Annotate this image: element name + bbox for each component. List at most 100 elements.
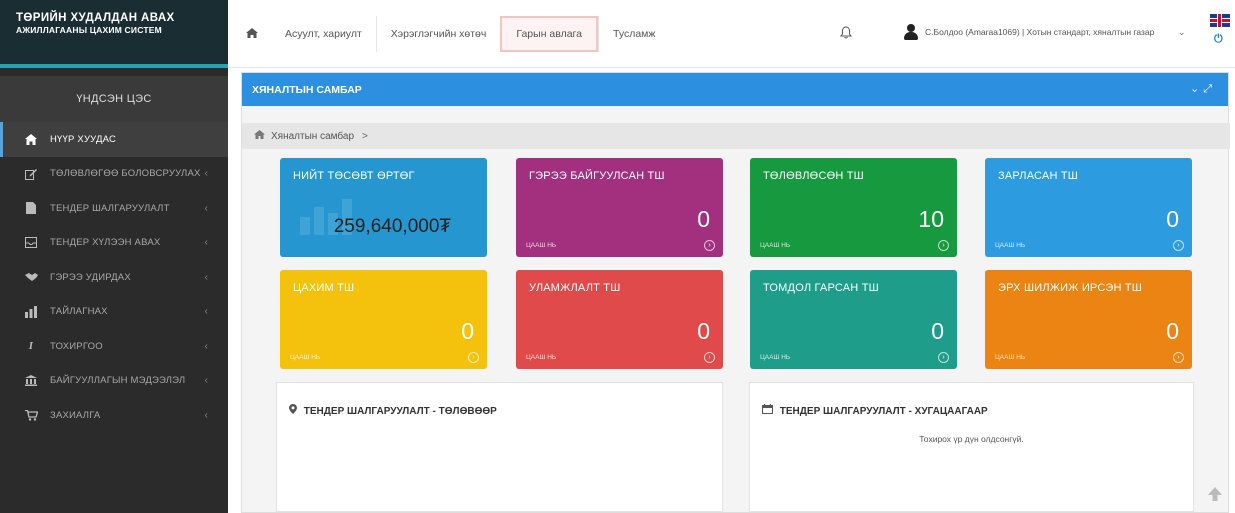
sidebar-item-label: ТӨЛӨВЛӨГӨӨ БОЛОВСРУУЛАХ xyxy=(50,168,201,180)
sidebar-item-planning[interactable]: ТӨЛӨВЛӨГӨӨ БОЛОВСРУУЛАХ ‹ xyxy=(0,157,228,192)
chevron-left-icon: ‹ xyxy=(204,168,208,180)
inbox-icon xyxy=(24,236,38,250)
user-avatar-icon[interactable] xyxy=(904,24,918,40)
card-title: ТОМДОЛ ГАРСАН ТШ xyxy=(763,282,879,294)
nav-tab-faq[interactable]: Асуулт, хариулт xyxy=(271,16,376,52)
panel-tools: ⌄⤢ xyxy=(1190,82,1216,96)
panel-header: ХЯНАЛТЫН САМБАР xyxy=(242,73,1228,106)
info-icon: i xyxy=(28,340,34,353)
card-title: ЗАРЛАСАН ТШ xyxy=(998,170,1079,182)
sidebar-item-label: ТЕНДЕР ШАЛГАРУУЛАЛТ xyxy=(50,202,170,214)
power-logout-icon[interactable]: ⏻ xyxy=(1214,33,1223,46)
chevron-down-icon[interactable]: ⌄ xyxy=(1178,27,1186,38)
card-value: 10 xyxy=(918,206,944,232)
dashboard-panel: ХЯНАЛТЫН САМБАР ⌄⤢ Хяналтын самбар > НИЙ… xyxy=(241,72,1230,513)
card-title: ЦАХИМ ТШ xyxy=(293,282,355,294)
stat-card-traditional[interactable]: УЛАМЖЛАЛТ ТШ 0 ЦААШ НЬ › xyxy=(516,270,723,369)
tender-by-period-box: ТЕНДЕР ШАЛГАРУУЛАЛТ - ХУГАЦААГААР Тохиро… xyxy=(749,382,1194,512)
sidebar-item-label: ТОХИРГОО xyxy=(50,340,103,352)
calendar-icon xyxy=(762,404,776,417)
sidebar: ТӨРИЙН ХУДАЛДАН АВАХ АЖИЛЛАГААНЫ ЦАХИМ С… xyxy=(0,0,228,513)
card-title: УЛАМЖЛАЛТ ТШ xyxy=(529,282,621,294)
cart-icon xyxy=(24,408,38,422)
card-more-link[interactable]: ЦААШ НЬ xyxy=(760,242,790,249)
box-title-text: ТЕНДЕР ШАЛГАРУУЛАЛТ - ХУГАЦААГААР xyxy=(779,406,988,417)
card-title: ТӨЛӨВЛӨСӨН ТШ xyxy=(763,170,864,182)
card-title: ГЭРЭЭ БАЙГУУЛСАН ТШ xyxy=(529,170,665,182)
expand-icon[interactable]: ⤢ xyxy=(1203,83,1216,95)
card-value: 259,640,000₮ xyxy=(333,216,451,237)
card-more-link[interactable]: ЦААШ НЬ xyxy=(290,354,320,361)
sidebar-item-tender-receive[interactable]: ТЕНДЕР ХҮЛЭЭН АВАХ ‹ xyxy=(0,226,228,261)
sidebar-item-orders[interactable]: ЗАХИАЛГА ‹ xyxy=(0,398,228,433)
stat-card-transferred[interactable]: ЭРХ ШИЛЖИЖ ИРСЭН ТШ 0 ЦААШ НЬ › xyxy=(985,270,1192,369)
chevron-left-icon: ‹ xyxy=(204,202,208,214)
arrow-right-circle-icon[interactable]: › xyxy=(704,352,715,363)
document-icon xyxy=(24,201,38,215)
sidebar-item-contract[interactable]: ГЭРЭЭ УДИРДАХ ‹ xyxy=(0,260,228,295)
card-value: 0 xyxy=(697,318,710,344)
notification-bell-icon[interactable] xyxy=(840,26,852,42)
stat-card-awarded[interactable]: ТОМДОЛ ГАРСАН ТШ 0 ЦААШ НЬ › xyxy=(750,270,957,369)
chevron-left-icon: ‹ xyxy=(204,271,208,283)
arrow-right-circle-icon[interactable]: › xyxy=(938,352,949,363)
user-menu-name[interactable]: С.Болдоо (Amaraa1069) | Хотын стандарт, … xyxy=(925,27,1154,37)
breadcrumb-item[interactable]: Хяналтын самбар xyxy=(271,131,354,142)
card-value: 0 xyxy=(1166,318,1179,344)
top-navbar: Асуулт, хариулт Хэрэглэгчийн хөтөч Гарын… xyxy=(228,0,1235,68)
handshake-icon xyxy=(24,270,38,284)
sidebar-item-organization[interactable]: БАЙГУУЛЛАГЫН МЭДЭЭЛЭЛ ‹ xyxy=(0,364,228,399)
arrow-right-circle-icon[interactable]: › xyxy=(1173,240,1184,251)
panel-title: ХЯНАЛТЫН САМБАР xyxy=(252,83,362,96)
map-pin-icon xyxy=(289,404,300,417)
home-icon xyxy=(24,132,38,146)
nav-tab-help[interactable]: Тусламж xyxy=(598,16,669,52)
card-more-link[interactable]: ЦААШ НЬ xyxy=(526,242,556,249)
sidebar-item-tender-selection[interactable]: ТЕНДЕР ШАЛГАРУУЛАЛТ ‹ xyxy=(0,191,228,226)
home-icon[interactable] xyxy=(246,28,258,41)
box-title: ТЕНДЕР ШАЛГАРУУЛАЛТ - ХУГАЦААГААР xyxy=(762,404,988,417)
chevron-left-icon: ‹ xyxy=(204,306,208,318)
stat-card-total-budget[interactable]: НИЙТ ТӨСӨВТ ӨРТӨГ 259,640,000₮ xyxy=(280,158,487,257)
empty-results-message: Тохирох үр дүн олдсонгүй. xyxy=(919,434,1024,444)
card-value: 0 xyxy=(697,206,710,232)
breadcrumb: Хяналтын самбар > xyxy=(242,123,1230,149)
sidebar-item-label: ЗАХИАЛГА xyxy=(50,409,101,421)
nav-tab-manual[interactable]: Гарын авлага xyxy=(500,16,598,52)
breadcrumb-separator: > xyxy=(362,130,368,142)
card-more-link[interactable]: ЦААШ НЬ xyxy=(526,354,556,361)
collapse-chevron-icon[interactable]: ⌄ xyxy=(1190,83,1203,95)
stat-card-announced[interactable]: ЗАРЛАСАН ТШ 0 ЦААШ НЬ › xyxy=(985,158,1192,257)
brand-logo[interactable]: ТӨРИЙН ХУДАЛДАН АВАХ АЖИЛЛАГААНЫ ЦАХИМ С… xyxy=(0,0,228,68)
sidebar-item-home[interactable]: НҮҮР ХУУДАС xyxy=(0,122,228,157)
card-title: ЭРХ ШИЛЖИЖ ИРСЭН ТШ xyxy=(998,282,1143,294)
arrow-right-circle-icon[interactable]: › xyxy=(1173,352,1184,363)
scroll-to-top-icon[interactable] xyxy=(1207,486,1223,507)
card-more-link[interactable]: ЦААШ НЬ xyxy=(995,242,1025,249)
sidebar-header: ҮНДСЭН ЦЭС xyxy=(0,76,228,122)
card-more-link[interactable]: ЦААШ НЬ xyxy=(760,354,790,361)
edit-icon xyxy=(24,167,38,181)
box-title-text: ТЕНДЕР ШАЛГАРУУЛАЛТ - ТӨЛӨВӨӨР xyxy=(303,406,497,417)
arrow-right-circle-icon[interactable]: › xyxy=(938,240,949,251)
card-more-link[interactable]: ЦААШ НЬ xyxy=(995,354,1025,361)
stat-card-planned[interactable]: ТӨЛӨВЛӨСӨН ТШ 10 ЦААШ НЬ › xyxy=(750,158,957,257)
chevron-left-icon: ‹ xyxy=(204,237,208,249)
sidebar-menu: НҮҮР ХУУДАС ТӨЛӨВЛӨГӨӨ БОЛОВСРУУЛАХ ‹ ТЕ… xyxy=(0,122,228,433)
sidebar-item-label: НҮҮР ХУУДАС xyxy=(50,133,117,145)
sidebar-item-label: ТАЙЛАГНАХ xyxy=(50,306,108,318)
sidebar-item-settings[interactable]: i ТОХИРГОО ‹ xyxy=(0,329,228,364)
card-title: НИЙТ ТӨСӨВТ ӨРТӨГ xyxy=(293,170,415,182)
chevron-left-icon: ‹ xyxy=(204,340,208,352)
brand-subtitle: АЖИЛЛАГААНЫ ЦАХИМ СИСТЕМ xyxy=(16,25,162,35)
stat-card-electronic[interactable]: ЦАХИМ ТШ 0 ЦААШ НЬ › xyxy=(280,270,487,369)
sidebar-item-label: ГЭРЭЭ УДИРДАХ xyxy=(50,271,131,283)
language-flag-icon[interactable] xyxy=(1210,14,1230,27)
stat-card-contracted[interactable]: ГЭРЭЭ БАЙГУУЛСАН ТШ 0 ЦААШ НЬ › xyxy=(516,158,723,257)
sidebar-item-reporting[interactable]: ТАЙЛАГНАХ ‹ xyxy=(0,295,228,330)
chevron-left-icon: ‹ xyxy=(204,409,208,421)
nav-tab-user-guide[interactable]: Хэрэглэгчийн хөтөч xyxy=(375,16,501,52)
arrow-right-circle-icon[interactable]: › xyxy=(468,352,479,363)
arrow-right-circle-icon[interactable]: › xyxy=(704,240,715,251)
card-value: 0 xyxy=(461,318,474,344)
